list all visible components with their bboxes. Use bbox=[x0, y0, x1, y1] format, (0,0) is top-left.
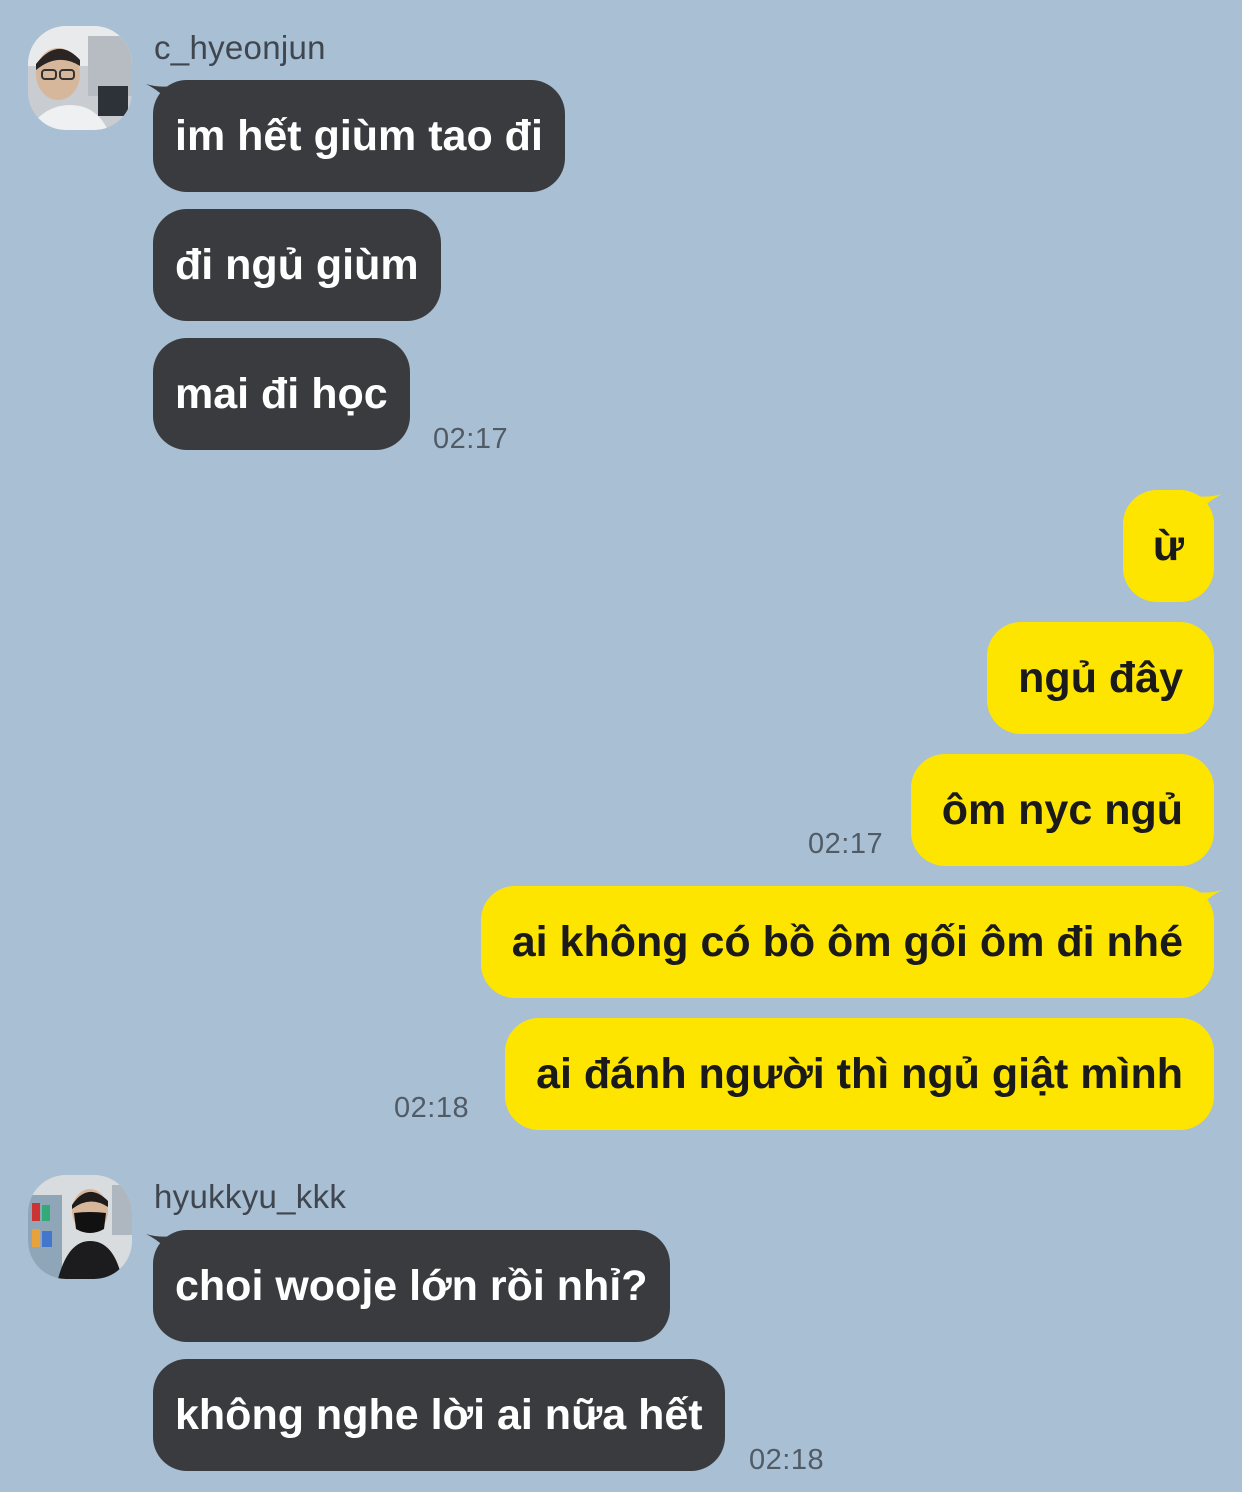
message-bubble[interactable]: ai không có bồ ôm gối ôm đi nhé bbox=[480, 886, 1214, 998]
message-bubble[interactable]: choi wooje lớn rồi nhỉ? bbox=[153, 1230, 670, 1342]
message-bubble[interactable]: ôm nyc ngủ bbox=[910, 754, 1214, 866]
message-bubble[interactable]: im hết giùm tao đi bbox=[153, 80, 565, 192]
message-bubble[interactable]: ừ bbox=[1122, 490, 1214, 602]
message-bubble[interactable]: ngủ đây bbox=[987, 622, 1214, 734]
message-bubble[interactable]: đi ngủ giùm bbox=[153, 209, 441, 321]
avatar-c-hyeonjun[interactable] bbox=[28, 26, 132, 130]
message-timestamp: 02:18 bbox=[749, 1444, 825, 1476]
sender-name: c_hyeonjun bbox=[154, 29, 326, 66]
message-timestamp: 02:17 bbox=[433, 423, 509, 455]
message-timestamp: 02:18 bbox=[394, 1092, 470, 1124]
message-timestamp: 02:17 bbox=[808, 828, 884, 860]
message-bubble[interactable]: ai đánh người thì ngủ giật mình bbox=[505, 1018, 1214, 1130]
message-bubble[interactable]: không nghe lời ai nữa hết bbox=[153, 1359, 725, 1471]
avatar-hyukkyu-kkk[interactable] bbox=[28, 1175, 132, 1279]
user-photo-icon bbox=[28, 26, 132, 130]
sender-name: hyukkyu_kkk bbox=[154, 1178, 347, 1215]
message-bubble[interactable]: mai đi học bbox=[153, 338, 410, 450]
user-photo-icon bbox=[28, 1175, 132, 1279]
